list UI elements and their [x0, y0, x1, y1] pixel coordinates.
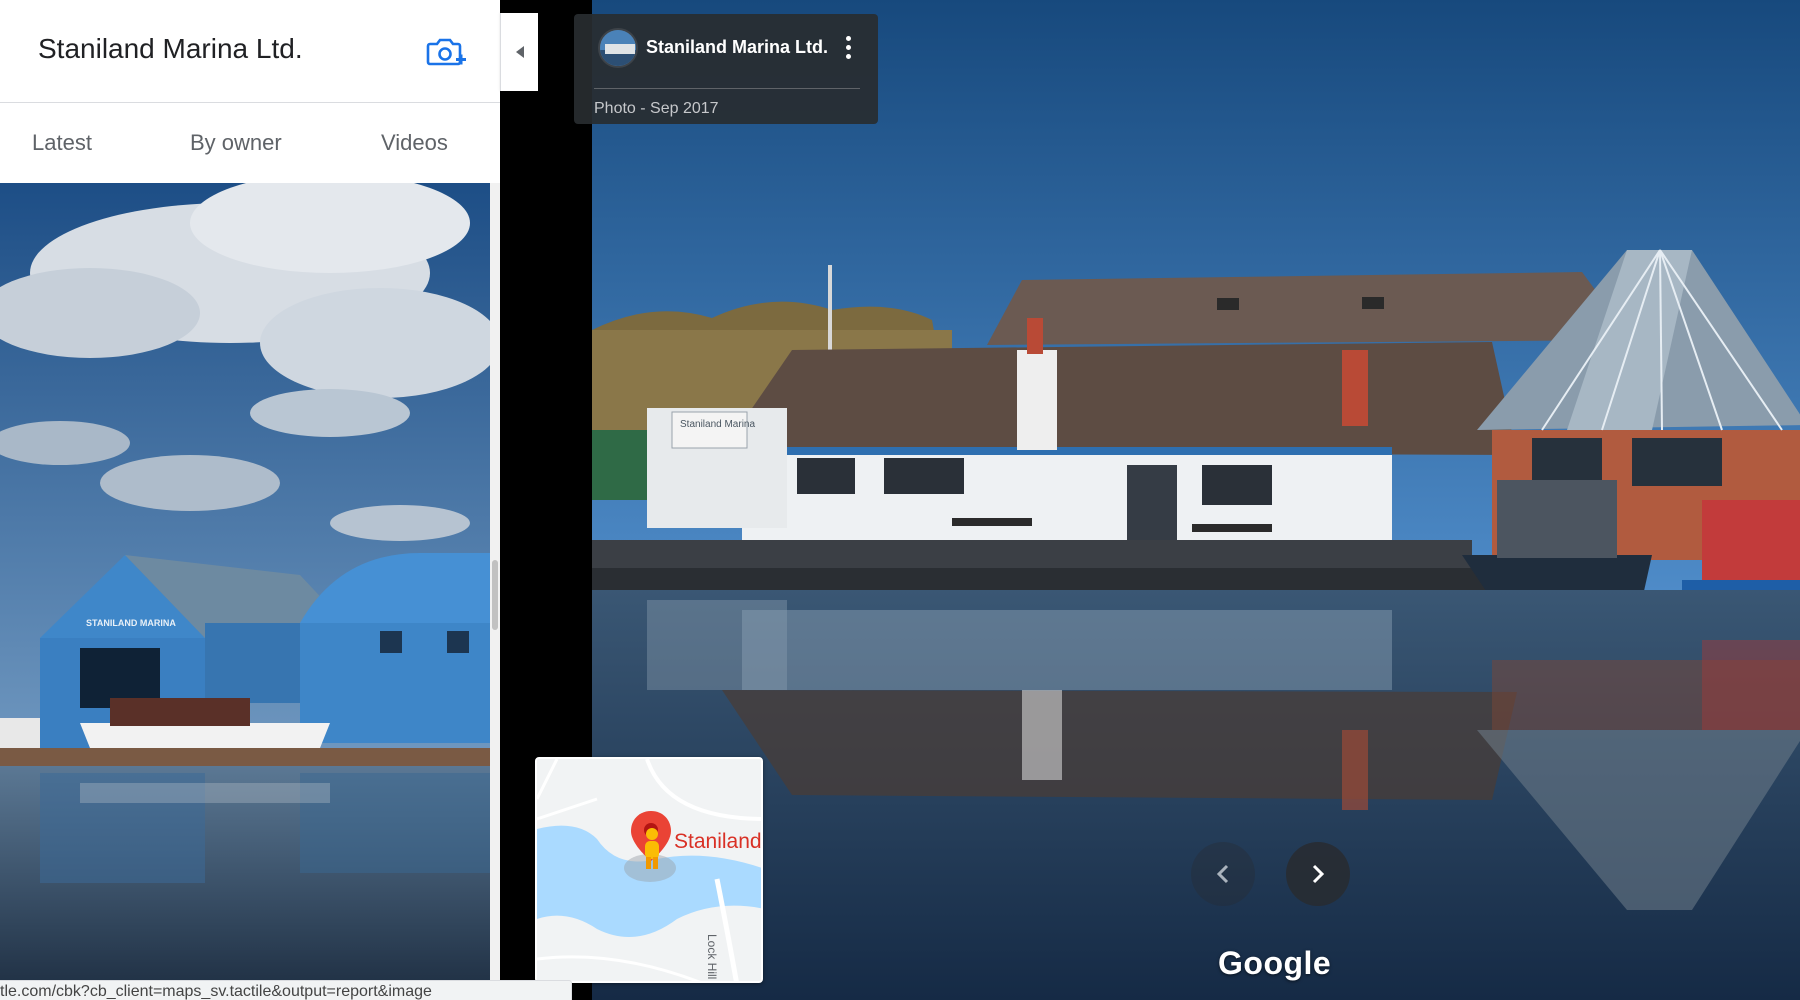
photo-info-card: Staniland Marina Ltd. Photo - Sep 2017: [574, 14, 878, 124]
add-photo-button[interactable]: [424, 30, 468, 74]
minimap-place-label: Staniland: [674, 830, 762, 853]
chevron-left-icon: [1216, 864, 1229, 884]
scrollbar-thumb[interactable]: [492, 560, 498, 630]
tab-by-owner[interactable]: By owner: [190, 130, 282, 156]
tab-latest[interactable]: Latest: [32, 130, 92, 156]
pegman-icon: [645, 828, 659, 869]
next-photo-button[interactable]: [1286, 842, 1350, 906]
caret-left-icon: [515, 46, 524, 58]
photos-panel: Staniland Marina Ltd. Latest By owner Vi…: [0, 0, 500, 1000]
browser-status-bar: tle.com/cbk?cb_client=maps_sv.tactile&ou…: [0, 980, 572, 1000]
photo-thumbnail[interactable]: STANILAND MARINA: [0, 183, 490, 980]
place-header: Staniland Marina Ltd.: [0, 0, 500, 103]
chevron-right-icon: [1312, 864, 1325, 884]
more-options-button[interactable]: [836, 32, 860, 62]
collapse-panel-button[interactable]: [500, 13, 538, 91]
card-divider: [594, 88, 860, 89]
previous-photo-button[interactable]: [1191, 842, 1255, 906]
place-title: Staniland Marina Ltd.: [38, 33, 303, 64]
google-watermark: Google: [1218, 945, 1332, 981]
minimap-road-label: Lock Hill: [705, 934, 719, 980]
photo-date: Photo - Sep 2017: [594, 100, 719, 117]
boathouse-sign: STANILAND MARINA: [86, 618, 176, 628]
photo-viewer[interactable]: Staniland Marina: [592, 0, 1800, 1000]
camera-plus-icon: [426, 38, 466, 66]
minimap[interactable]: Staniland Lock Hill: [535, 757, 763, 983]
more-vert-icon: [845, 35, 851, 41]
status-url: tle.com/cbk?cb_client=maps_sv.tactile&ou…: [0, 983, 432, 1000]
card-title[interactable]: Staniland Marina Ltd.: [646, 37, 828, 58]
tab-videos[interactable]: Videos: [381, 130, 448, 156]
place-avatar[interactable]: [598, 28, 638, 68]
photo-tabs: Latest By owner Videos: [0, 104, 500, 182]
building-sign: Staniland Marina: [680, 419, 755, 430]
